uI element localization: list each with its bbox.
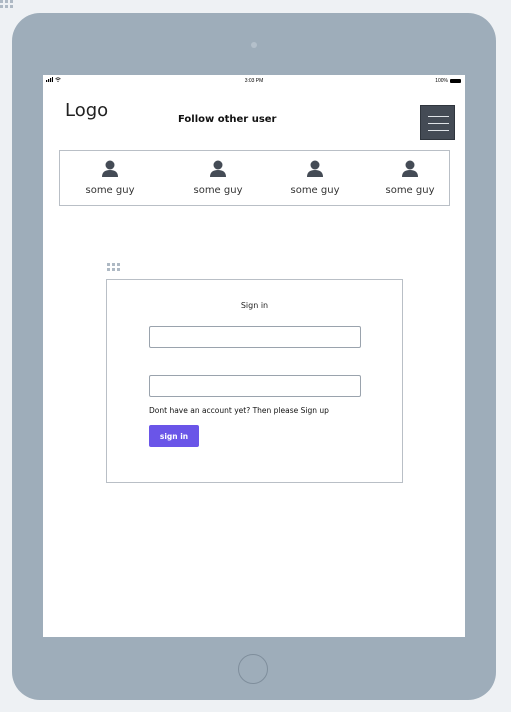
user-icon <box>210 160 226 177</box>
user-card[interactable]: some guy <box>60 151 160 205</box>
page-title: Follow other user <box>178 114 277 125</box>
battery-status: 100% <box>435 78 461 84</box>
home-button[interactable] <box>238 654 268 684</box>
signup-link[interactable]: Dont have an account yet? Then please Si… <box>149 406 329 415</box>
battery-icon <box>450 79 461 83</box>
password-field[interactable] <box>149 375 361 397</box>
follow-users-list: some guy some guy some guy some guy <box>59 150 450 206</box>
menu-button[interactable] <box>420 105 455 140</box>
user-card[interactable]: some guy <box>168 151 268 205</box>
hamburger-icon <box>428 123 449 124</box>
tablet-screen: 3:03 PM 100% Logo Follow other user some… <box>43 75 465 637</box>
user-icon <box>402 160 418 177</box>
drag-handle-icon[interactable] <box>0 0 32 12</box>
status-time: 3:03 PM <box>244 78 264 84</box>
user-name: some guy <box>290 185 340 196</box>
tablet-frame: 3:03 PM 100% Logo Follow other user some… <box>12 13 496 700</box>
username-field[interactable] <box>149 326 361 348</box>
user-card[interactable]: some guy <box>265 151 365 205</box>
signin-title: Sign in <box>240 301 269 310</box>
user-name: some guy <box>193 185 243 196</box>
hamburger-icon <box>428 130 449 131</box>
drag-handle-icon[interactable] <box>107 263 123 272</box>
signin-button[interactable]: sign in <box>149 425 199 447</box>
status-bar: 3:03 PM 100% <box>43 75 465 87</box>
user-icon <box>102 160 118 177</box>
signin-card: Sign in Dont have an account yet? Then p… <box>106 279 403 483</box>
user-name: some guy <box>85 185 135 196</box>
battery-percent: 100% <box>435 78 448 84</box>
camera-icon <box>251 42 257 48</box>
user-icon <box>307 160 323 177</box>
user-card[interactable]: some guy <box>360 151 460 205</box>
user-name: some guy <box>385 185 435 196</box>
hamburger-icon <box>428 116 449 117</box>
logo[interactable]: Logo <box>65 100 108 121</box>
